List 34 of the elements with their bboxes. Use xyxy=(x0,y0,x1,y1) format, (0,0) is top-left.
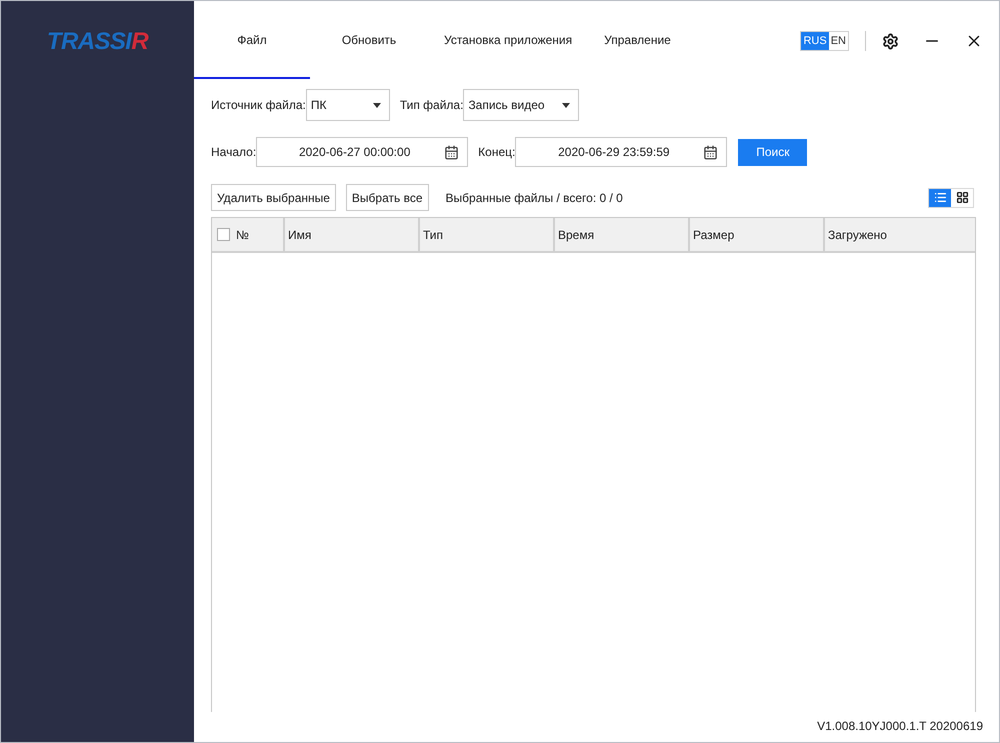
end-label: Конец: xyxy=(478,144,516,161)
type-label: Тип файла: xyxy=(400,97,464,114)
tab[interactable]: Управление xyxy=(588,1,687,79)
column-header: Размер xyxy=(690,218,825,251)
grid-icon xyxy=(956,191,968,204)
end-date-field[interactable]: 2020-06-29 23:59:59 xyxy=(515,137,728,167)
tab[interactable]: Обновить xyxy=(310,1,428,79)
search-button[interactable]: Поиск xyxy=(738,138,808,166)
calendar-icon xyxy=(444,144,460,160)
source-select[interactable]: ПК xyxy=(306,89,390,121)
calendar-icon xyxy=(703,144,718,160)
tab[interactable]: Файл xyxy=(194,1,310,79)
dropdown-caret-icon xyxy=(562,102,570,108)
dropdown-caret-icon xyxy=(372,102,381,108)
select-all-button[interactable]: Выбрать все xyxy=(346,184,429,211)
delete-selected-button[interactable]: Удалить выбранные xyxy=(211,184,336,211)
column-header: Тип xyxy=(420,218,555,251)
checkbox[interactable] xyxy=(217,228,230,241)
start-label: Начало: xyxy=(211,144,256,161)
column-header: № xyxy=(212,218,285,251)
start-date-field[interactable]: 2020-06-27 00:00:00 xyxy=(256,137,468,167)
logo: TRASSIR xyxy=(46,29,148,55)
column-header: Имя xyxy=(285,218,420,251)
source-label: Источник файла: xyxy=(211,97,306,114)
language-toggle[interactable]: RUS xyxy=(801,32,829,50)
version-label: V1.008.10YJ000.1.T 20200619 xyxy=(817,718,983,735)
settings-icon[interactable] xyxy=(882,32,899,50)
list-view-button[interactable] xyxy=(929,188,951,206)
column-header: Загружено xyxy=(827,226,888,244)
file-counter: Выбранные файлы / всего: 0 / 0 xyxy=(446,190,623,206)
type-select[interactable]: Запись видео xyxy=(463,89,580,121)
tab[interactable]: Установка приложения xyxy=(428,1,588,79)
column-header: Время xyxy=(555,218,690,251)
list-icon xyxy=(934,191,946,204)
